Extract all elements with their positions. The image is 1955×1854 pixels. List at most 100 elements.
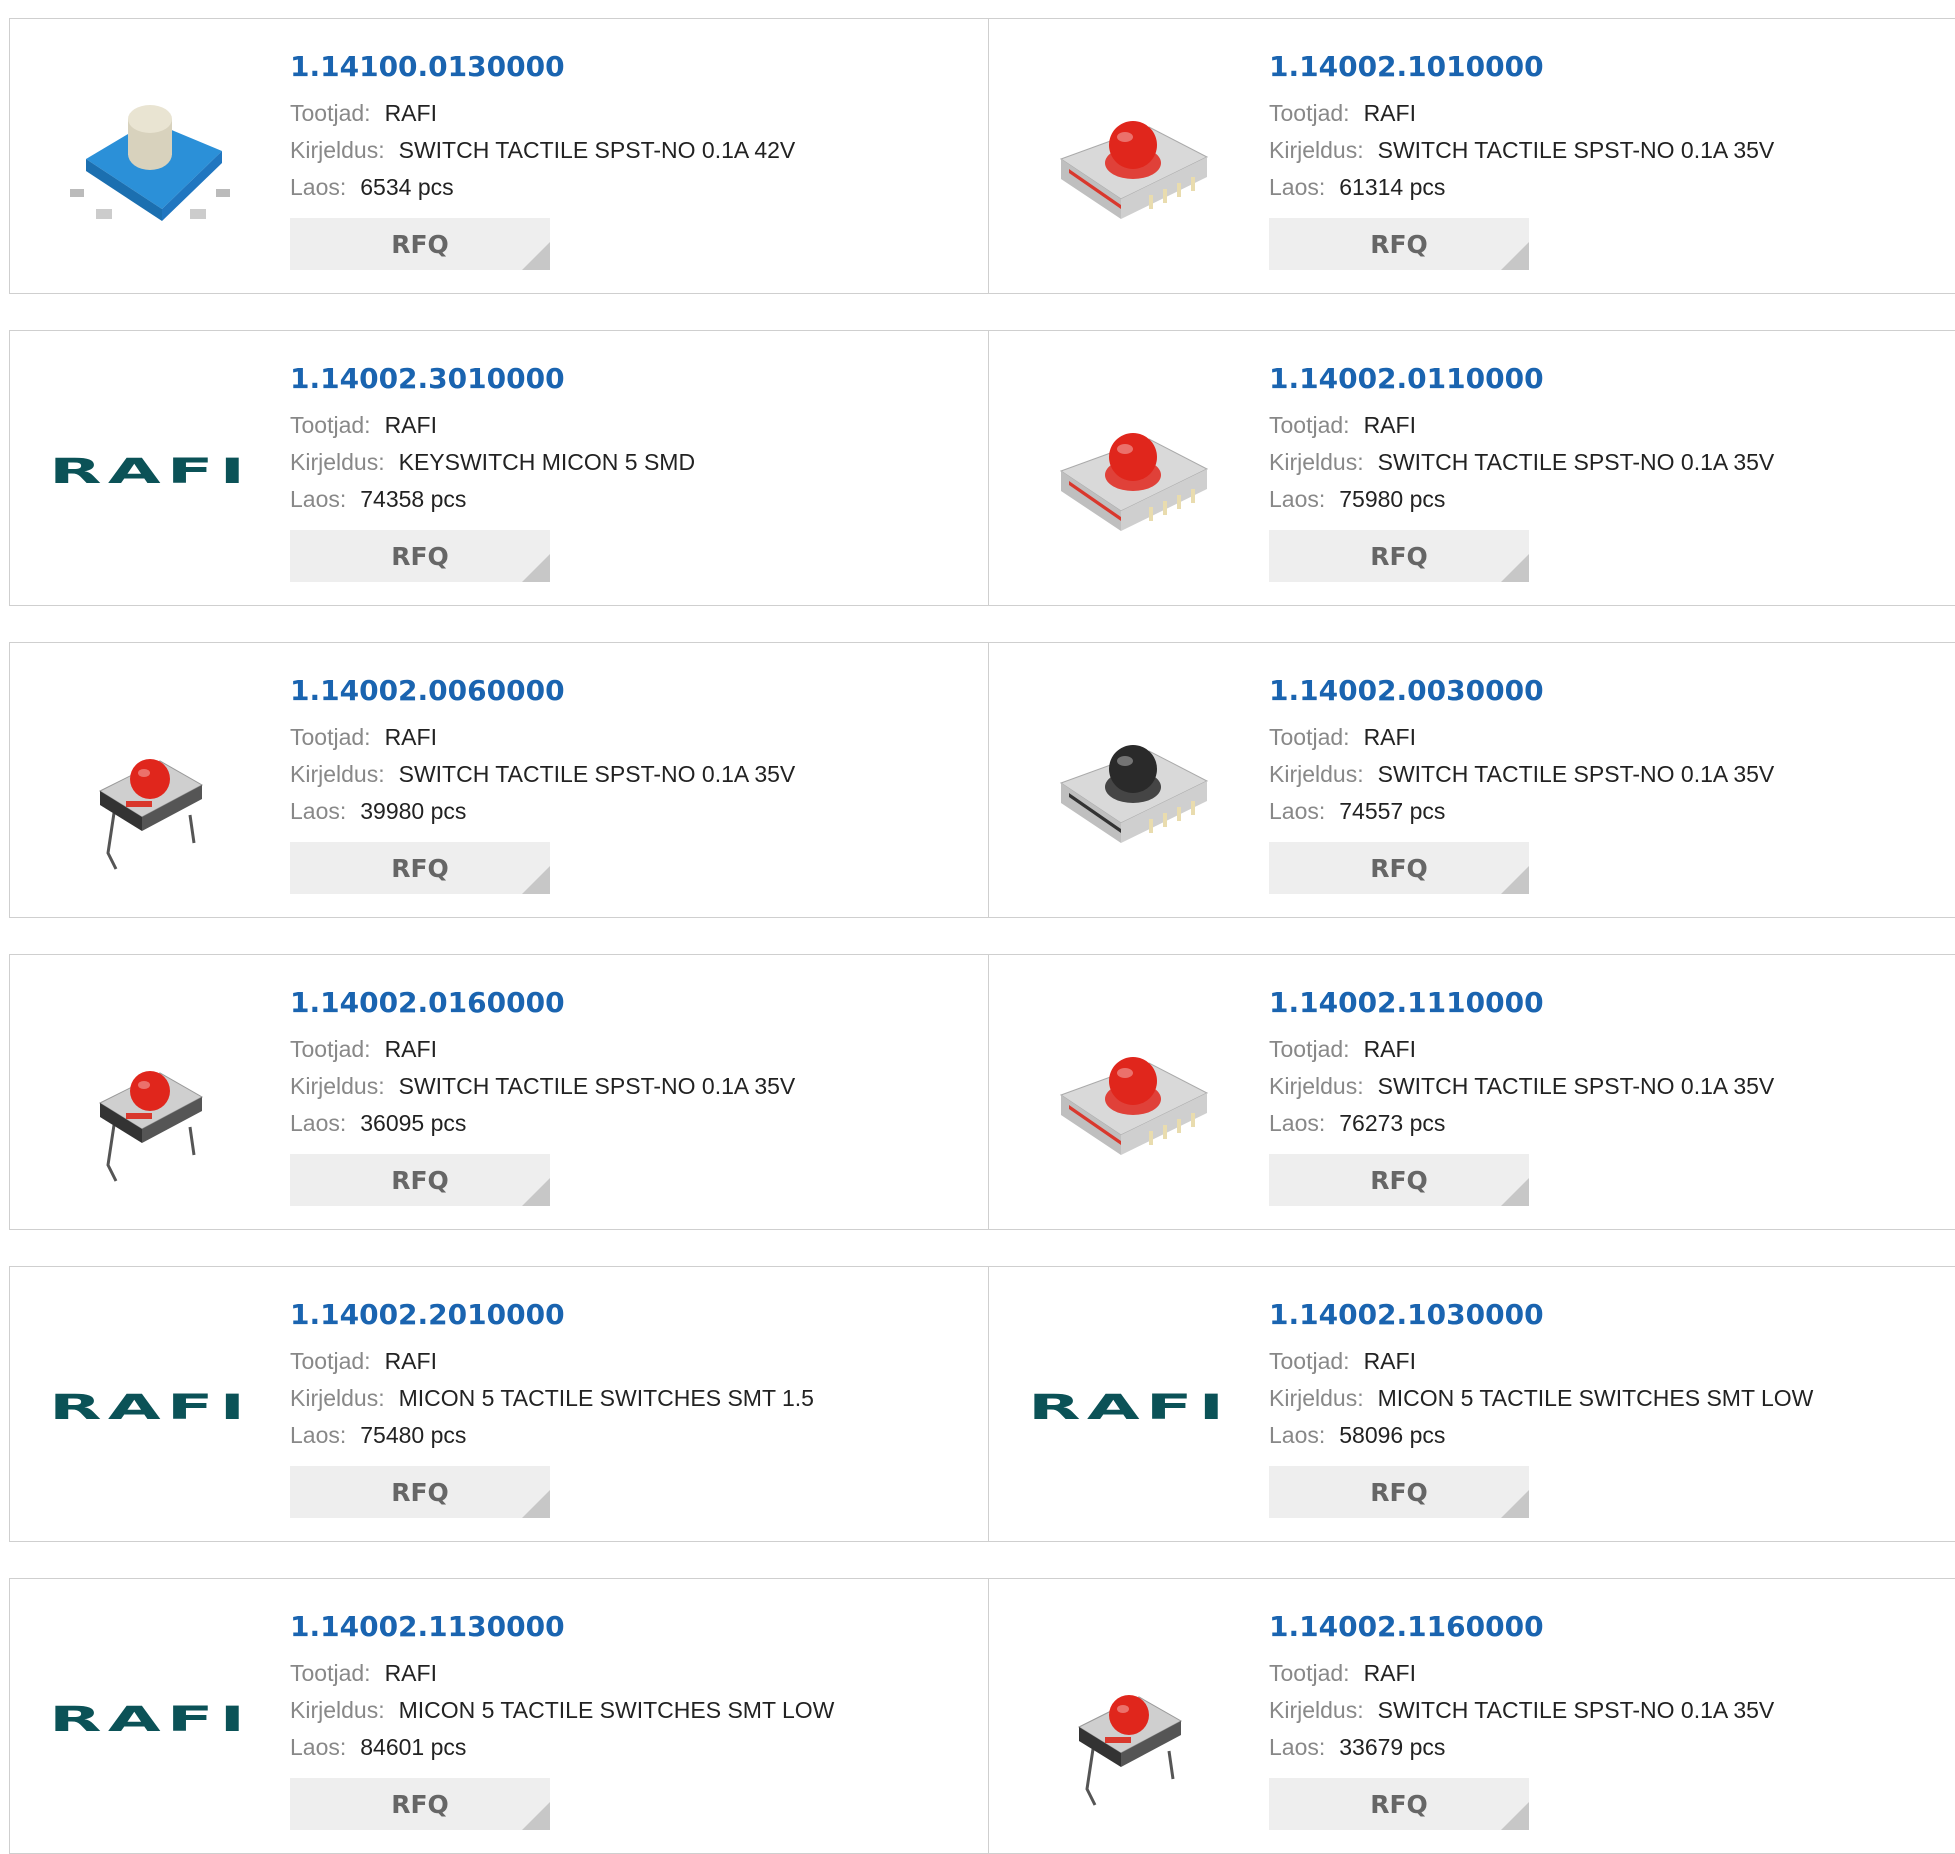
manufacturer-label: Tootjad:	[290, 1036, 371, 1062]
rfq-button[interactable]: RFQ	[290, 1154, 550, 1206]
rfq-button-label: RFQ	[1370, 229, 1428, 259]
part-number-link[interactable]: 1.14002.2010000	[290, 1297, 814, 1333]
rfq-button[interactable]: RFQ	[1269, 218, 1529, 270]
product-card: 1.14002.0110000 Tootjad: RAFI Kirjeldus: S…	[989, 330, 1955, 606]
rfq-button-label: RFQ	[1370, 853, 1428, 883]
rfq-button[interactable]: RFQ	[1269, 1466, 1529, 1518]
part-number-link[interactable]: 1.14002.0030000	[1269, 673, 1774, 709]
product-info: 1.14002.1030000 Tootjad: RAFI Kirjeldus: M…	[1269, 1297, 1813, 1518]
product-card: RAFI 1.14002.2010000 Tootjad: RAFI Kirjel…	[9, 1266, 989, 1542]
product-image[interactable]: RAFI	[49, 1619, 250, 1819]
description-value: MICON 5 TACTILE SWITCHES SMT LOW	[398, 1697, 835, 1723]
description-value: SWITCH TACTILE SPST-NO 0.1A 35V	[1377, 1073, 1775, 1099]
manufacturer-value: RAFI	[1363, 1348, 1416, 1374]
corner-triangle-icon	[1501, 554, 1529, 582]
description-value: MICON 5 TACTILE SWITCHES SMT 1.5	[398, 1385, 814, 1411]
rfq-button[interactable]: RFQ	[1269, 1778, 1529, 1830]
description-label: Kirjeldus:	[290, 137, 385, 163]
description-value: SWITCH TACTILE SPST-NO 0.1A 42V	[398, 137, 796, 163]
rfq-button[interactable]: RFQ	[290, 842, 550, 894]
description-value: MICON 5 TACTILE SWITCHES SMT LOW	[1377, 1385, 1814, 1411]
product-info: 1.14002.1110000 Tootjad: RAFI Kirjeldus: S…	[1269, 985, 1774, 1206]
stock-row: Laos: 75980 pcs	[1269, 481, 1774, 518]
product-image[interactable]	[1029, 1619, 1229, 1819]
product-info: 1.14002.0160000 Tootjad: RAFI Kirjeldus: S…	[290, 985, 795, 1206]
stock-value: 39980 pcs	[360, 798, 467, 824]
manufacturer-row: Tootjad: RAFI	[1269, 1031, 1774, 1068]
description-label: Kirjeldus:	[290, 449, 385, 475]
description-label: Kirjeldus:	[1269, 1385, 1364, 1411]
product-card: 1.14002.0060000 Tootjad: RAFI Kirjeldus: S…	[9, 642, 989, 918]
product-row: RAFI 1.14002.1130000 Tootjad: RAFI Kirjel…	[9, 1578, 1955, 1854]
description-row: Kirjeldus: SWITCH TACTILE SPST-NO 0.1A 35…	[1269, 132, 1774, 169]
product-image[interactable]	[1029, 371, 1229, 571]
product-info: 1.14100.0130000 Tootjad: RAFI Kirjeldus: S…	[290, 49, 795, 270]
part-number-link[interactable]: 1.14100.0130000	[290, 49, 795, 85]
description-row: Kirjeldus: SWITCH TACTILE SPST-NO 0.1A 35…	[290, 1068, 795, 1105]
description-label: Kirjeldus:	[290, 1385, 385, 1411]
product-card: 1.14002.0030000 Tootjad: RAFI Kirjeldus: S…	[989, 642, 1955, 918]
product-card: 1.14002.1110000 Tootjad: RAFI Kirjeldus: S…	[989, 954, 1955, 1230]
manufacturer-label: Tootjad:	[290, 724, 371, 750]
corner-triangle-icon	[1501, 1802, 1529, 1830]
stock-label: Laos:	[290, 1422, 347, 1448]
part-number-link[interactable]: 1.14002.1130000	[290, 1609, 834, 1645]
part-number-link[interactable]: 1.14002.1010000	[1269, 49, 1774, 85]
product-info: 1.14002.1130000 Tootjad: RAFI Kirjeldus: M…	[290, 1609, 834, 1830]
part-number-link[interactable]: 1.14002.0110000	[1269, 361, 1774, 397]
stock-row: Laos: 61314 pcs	[1269, 169, 1774, 206]
rfq-button[interactable]: RFQ	[290, 1466, 550, 1518]
corner-triangle-icon	[1501, 242, 1529, 270]
black-smd-switch-image	[1059, 745, 1209, 843]
product-image[interactable]: RAFI	[49, 1307, 250, 1507]
stock-row: Laos: 6534 pcs	[290, 169, 795, 206]
description-label: Kirjeldus:	[1269, 449, 1364, 475]
rfq-button[interactable]: RFQ	[290, 530, 550, 582]
description-value: SWITCH TACTILE SPST-NO 0.1A 35V	[1377, 449, 1775, 475]
rfq-button-label: RFQ	[1370, 1789, 1428, 1819]
corner-triangle-icon	[522, 554, 550, 582]
product-image[interactable]	[1029, 683, 1229, 883]
description-value: KEYSWITCH MICON 5 SMD	[398, 449, 696, 475]
manufacturer-value: RAFI	[1363, 100, 1416, 126]
product-image[interactable]: RAFI	[49, 371, 250, 571]
rfq-button[interactable]: RFQ	[1269, 842, 1529, 894]
rfq-button[interactable]: RFQ	[1269, 1154, 1529, 1206]
stock-value: 76273 pcs	[1339, 1110, 1446, 1136]
corner-triangle-icon	[1501, 1178, 1529, 1206]
manufacturer-row: Tootjad: RAFI	[290, 95, 795, 132]
part-number-link[interactable]: 1.14002.1030000	[1269, 1297, 1813, 1333]
stock-value: 61314 pcs	[1339, 174, 1446, 200]
rfq-button-label: RFQ	[391, 541, 449, 571]
part-number-link[interactable]: 1.14002.3010000	[290, 361, 695, 397]
manufacturer-label: Tootjad:	[290, 1660, 371, 1686]
rfq-button[interactable]: RFQ	[290, 218, 550, 270]
product-image[interactable]	[50, 683, 250, 883]
rfq-button[interactable]: RFQ	[290, 1778, 550, 1830]
stock-row: Laos: 76273 pcs	[1269, 1105, 1774, 1142]
part-number-link[interactable]: 1.14002.1160000	[1269, 1609, 1774, 1645]
product-image[interactable]: RAFI	[1027, 1307, 1231, 1507]
part-number-link[interactable]: 1.14002.1110000	[1269, 985, 1774, 1021]
part-number-link[interactable]: 1.14002.0160000	[290, 985, 795, 1021]
stock-row: Laos: 58096 pcs	[1269, 1417, 1813, 1454]
stock-row: Laos: 74557 pcs	[1269, 793, 1774, 830]
product-card: 1.14100.0130000 Tootjad: RAFI Kirjeldus: S…	[9, 18, 989, 294]
product-image[interactable]	[1029, 59, 1229, 259]
manufacturer-row: Tootjad: RAFI	[1269, 95, 1774, 132]
product-card: 1.14002.0160000 Tootjad: RAFI Kirjeldus: S…	[9, 954, 989, 1230]
rfq-button[interactable]: RFQ	[1269, 530, 1529, 582]
rafi-logo: RAFI	[1027, 1387, 1231, 1427]
part-number-link[interactable]: 1.14002.0060000	[290, 673, 795, 709]
product-image[interactable]	[50, 59, 250, 259]
manufacturer-value: RAFI	[384, 1036, 437, 1062]
manufacturer-value: RAFI	[384, 100, 437, 126]
manufacturer-label: Tootjad:	[1269, 100, 1350, 126]
red-smd-switch-large-image	[1059, 433, 1209, 531]
manufacturer-value: RAFI	[1363, 724, 1416, 750]
product-image[interactable]	[1029, 995, 1229, 1195]
description-label: Kirjeldus:	[1269, 1697, 1364, 1723]
description-row: Kirjeldus: SWITCH TACTILE SPST-NO 0.1A 35…	[1269, 444, 1774, 481]
description-label: Kirjeldus:	[290, 1697, 385, 1723]
product-image[interactable]	[50, 995, 250, 1195]
